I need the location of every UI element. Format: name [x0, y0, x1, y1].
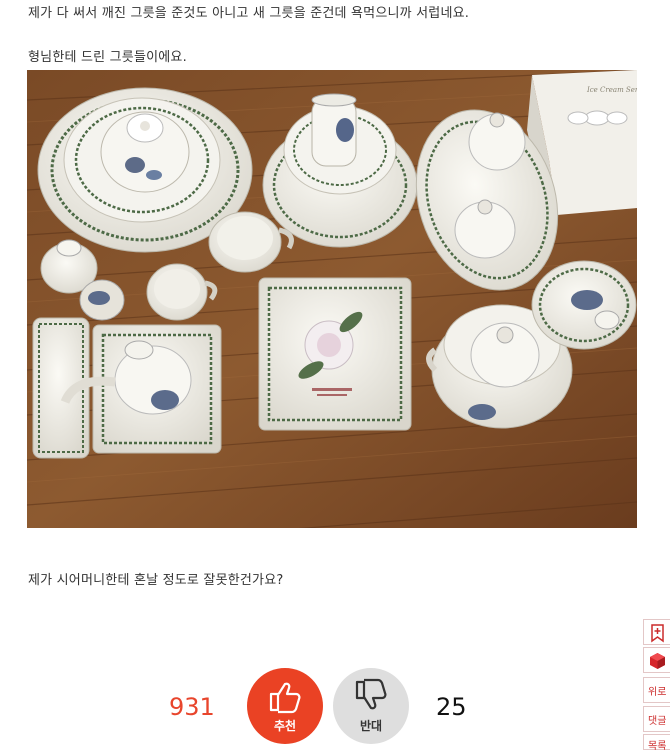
downvote-button[interactable]: 반대: [333, 668, 409, 744]
side-cube-button[interactable]: [643, 647, 670, 673]
thumbs-up-icon: [269, 682, 301, 714]
downvote-count: 25: [436, 693, 467, 721]
upvote-button[interactable]: 추천: [247, 668, 323, 744]
post-text-line-2: 형님한테 드린 그릇들이에요.: [28, 50, 187, 65]
post-text-line-3: 제가 시어머니한테 혼날 정도로 잘못한건가요?: [28, 573, 284, 588]
box-lid-text: Ice Cream Server: [586, 86, 637, 94]
post-photo-tableware: Ice Cream Server: [27, 70, 637, 528]
bookmark-plus-icon: [651, 624, 664, 643]
side-comment-button[interactable]: 댓글: [643, 706, 670, 732]
post-text-line-1: 제가 다 써서 깨진 그릇을 준것도 아니고 새 그릇을 준건데 욕먹으니까 서…: [28, 6, 470, 21]
upvote-count: 931: [169, 693, 215, 721]
upvote-label: 추천: [273, 719, 297, 733]
downvote-label: 반대: [359, 719, 383, 733]
thumbs-down-icon: [355, 678, 387, 710]
side-list-button[interactable]: 목록: [643, 734, 670, 752]
side-comment-label: 댓글: [648, 716, 667, 727]
side-scroll-up-button[interactable]: 위로: [643, 677, 670, 703]
red-cube-icon: [650, 653, 665, 669]
side-scroll-up-label: 위로: [648, 687, 667, 698]
side-bookmark-button[interactable]: [643, 619, 670, 645]
